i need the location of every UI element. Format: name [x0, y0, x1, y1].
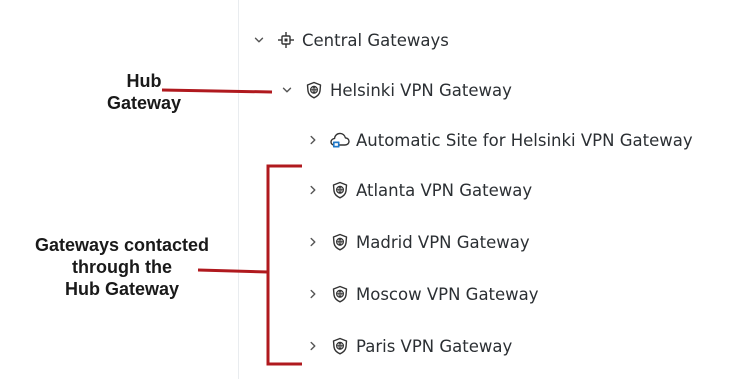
chevron-right-icon[interactable]: [306, 183, 320, 197]
screenshot-stage: Central Gateways Helsinki VPN Gateway Au…: [0, 0, 750, 379]
chevron-right-icon[interactable]: [306, 235, 320, 249]
central-gateways-icon: [276, 30, 296, 50]
tree-row-label: Automatic Site for Helsinki VPN Gateway: [356, 130, 693, 150]
vpn-gateway-shield-icon: [304, 80, 324, 100]
tree-row-atlanta-vpn-gateway[interactable]: Atlanta VPN Gateway: [306, 174, 532, 206]
contacted-gateways-annotation: Gateways contacted through the Hub Gatew…: [2, 234, 242, 300]
chevron-right-icon[interactable]: [306, 339, 320, 353]
cloud-site-icon: [330, 130, 350, 150]
vpn-gateway-shield-icon: [330, 284, 350, 304]
chevron-down-icon[interactable]: [252, 33, 266, 47]
annotation-line: Hub: [126, 71, 162, 91]
chevron-down-icon[interactable]: [280, 83, 294, 97]
tree-row-central-gateways[interactable]: Central Gateways: [252, 24, 449, 56]
vpn-gateway-shield-icon: [330, 232, 350, 252]
hub-gateway-annotation: Hub Gateway: [84, 70, 204, 114]
tree-row-label: Central Gateways: [302, 30, 449, 50]
annotation-line: Gateway: [106, 93, 182, 113]
tree-row-helsinki-vpn-gateway[interactable]: Helsinki VPN Gateway: [280, 74, 512, 106]
tree-row-label: Moscow VPN Gateway: [356, 284, 539, 304]
annotation-line: through the: [72, 257, 172, 277]
tree-row-label: Helsinki VPN Gateway: [330, 80, 512, 100]
vpn-gateway-shield-icon: [330, 336, 350, 356]
chevron-right-icon[interactable]: [306, 133, 320, 147]
tree-row-label: Madrid VPN Gateway: [356, 232, 530, 252]
annotation-line: Hub Gateway: [64, 279, 180, 299]
annotation-line: Gateways contacted: [34, 235, 210, 255]
tree-row-madrid-vpn-gateway[interactable]: Madrid VPN Gateway: [306, 226, 530, 258]
tree-row-automatic-site[interactable]: Automatic Site for Helsinki VPN Gateway: [306, 124, 693, 156]
tree-row-paris-vpn-gateway[interactable]: Paris VPN Gateway: [306, 330, 512, 362]
tree-row-moscow-vpn-gateway[interactable]: Moscow VPN Gateway: [306, 278, 539, 310]
tree-row-label: Paris VPN Gateway: [356, 336, 513, 356]
chevron-right-icon[interactable]: [306, 287, 320, 301]
vpn-gateway-shield-icon: [330, 180, 350, 200]
tree-row-label: Atlanta VPN Gateway: [356, 180, 533, 200]
